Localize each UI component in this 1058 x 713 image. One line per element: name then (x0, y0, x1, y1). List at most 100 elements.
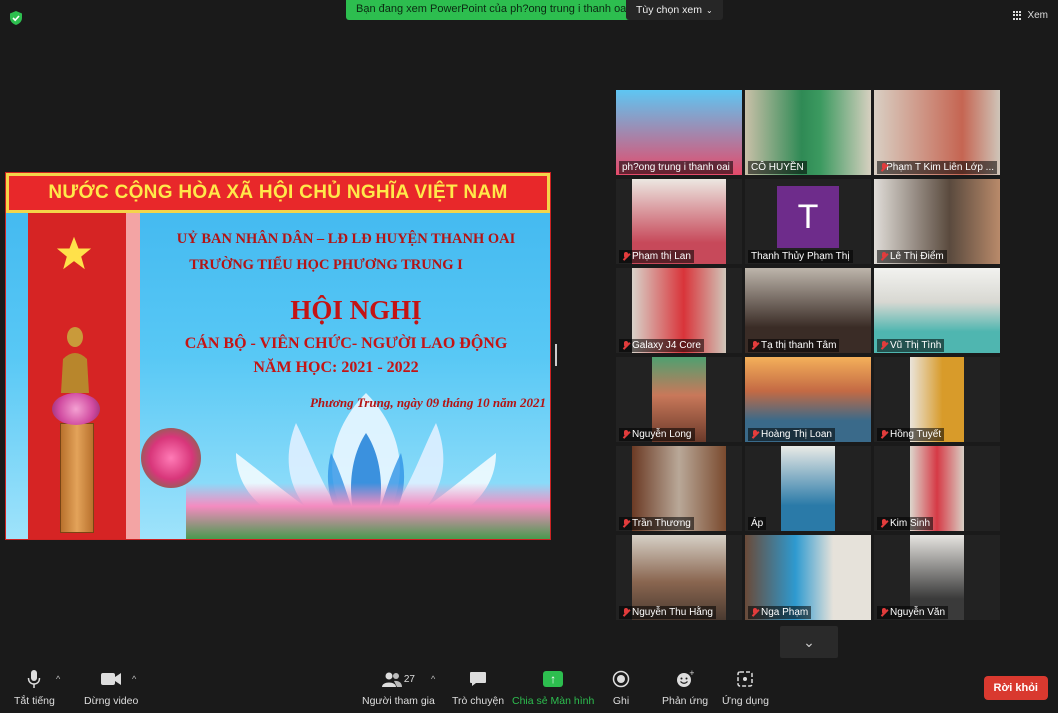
participant-tile[interactable]: Vũ Thị Tình (874, 268, 1000, 353)
resize-handle[interactable] (555, 344, 557, 366)
mic-off-icon (622, 430, 630, 439)
slide-header-text: NƯỚC CỘNG HÒA XÃ HỘI CHỦ NGHĨA VIỆT NAM (48, 182, 508, 203)
mute-button[interactable]: Tắt tiếng (14, 666, 55, 707)
view-options-button[interactable]: Tùy chọn xem ⌄ (626, 0, 723, 20)
participant-tile[interactable]: Tạ thị thanh Tâm (745, 268, 871, 353)
participant-name: Lê Thị Điểm (890, 251, 944, 262)
mic-off-icon (622, 608, 630, 617)
mic-off-icon (751, 608, 759, 617)
chat-label: Trò chuyện (452, 695, 505, 707)
participant-count: 27 (403, 673, 415, 685)
view-button[interactable]: Xem (1013, 10, 1048, 21)
slide-title: HỘI NGHỊ (290, 295, 422, 325)
stop-video-label: Dừng video (84, 695, 139, 707)
slide-year: NĂM HỌC: 2021 - 2022 (253, 359, 419, 376)
slide-school-line: TRƯỜNG TIỂU HỌC PHƯƠNG TRUNG I (189, 257, 463, 273)
participant-name: Thanh Thủy Phạm Thị (751, 251, 850, 262)
participant-tile[interactable]: Phạm T Kim Liên Lớp ... (874, 90, 1000, 175)
participant-tile[interactable]: Áp (745, 446, 871, 531)
zoom-meeting-window: Bạn đang xem PowerPoint của ph?ong trung… (0, 0, 1058, 713)
microphone-icon (27, 666, 41, 692)
mic-off-icon (622, 341, 630, 350)
participant-tile[interactable]: Nga Phạm (745, 535, 871, 620)
shared-slide: NƯỚC CỘNG HÒA XÃ HỘI CHỦ NGHĨA VIỆT NAM … (5, 172, 551, 540)
participants-label: Người tham gia (362, 695, 435, 707)
participant-tile[interactable]: CÔ HUYỀN (745, 90, 871, 175)
reactions-label: Phản ứng (662, 695, 709, 707)
reactions-button[interactable]: + Phản ứng (662, 666, 708, 707)
meeting-toolbar: Tắt tiếng ^ Dừng video ^ 27 Người tham g… (0, 662, 1058, 713)
apps-button[interactable]: Ứng dụng (722, 666, 769, 707)
participant-tile[interactable]: Nguyễn Thu Hằng (616, 535, 742, 620)
participant-name: Kim Sinh (890, 518, 931, 529)
participant-name: Nguyễn Thu Hằng (632, 607, 713, 618)
pedestal-image (60, 423, 94, 533)
mic-off-icon (880, 252, 888, 261)
mic-off-icon (880, 519, 888, 528)
participant-tile[interactable]: Galaxy J4 Core (616, 268, 742, 353)
participant-tile[interactable]: Lê Thị Điểm (874, 179, 1000, 264)
participant-name: Hoàng Thị Loan (761, 429, 832, 440)
participant-name: Hồng Tuyết (890, 429, 942, 440)
participant-tile[interactable]: Trần Thương (616, 446, 742, 531)
view-button-label: Xem (1027, 10, 1048, 21)
participants-button[interactable]: 27 Người tham gia (362, 666, 435, 707)
participant-name: Nga Phạm (761, 607, 809, 618)
mic-off-icon (751, 341, 759, 350)
participant-tile[interactable]: ph?ong trung i thanh oai (616, 90, 742, 175)
participant-tile[interactable]: Phạm thị Lan (616, 179, 742, 264)
flower-decoration (52, 393, 100, 425)
participant-tile[interactable]: Nguyễn Văn (874, 535, 1000, 620)
view-options-label: Tùy chọn xem (636, 4, 702, 16)
flower-pot-image (141, 428, 201, 488)
participant-name: Vũ Thị Tình (890, 340, 942, 351)
svg-text:+: + (689, 670, 694, 677)
mic-off-icon (880, 341, 888, 350)
participant-tile[interactable]: Kim Sinh (874, 446, 1000, 531)
participant-tile[interactable]: Hồng Tuyết (874, 357, 1000, 442)
participant-name: Nguyễn Long (632, 429, 692, 440)
mic-off-icon (880, 430, 888, 439)
participants-icon: 27 (381, 666, 415, 692)
mic-off-icon (622, 519, 630, 528)
shield-icon[interactable] (8, 10, 24, 26)
leave-meeting-button[interactable]: Rời khỏi (983, 676, 1048, 700)
record-button[interactable]: Ghi (612, 666, 630, 707)
share-screen-icon: ↑ (543, 671, 564, 687)
slide-header-banner: NƯỚC CỘNG HÒA XÃ HỘI CHỦ NGHĨA VIỆT NAM (6, 173, 550, 213)
participant-name: Galaxy J4 Core (632, 340, 701, 351)
participant-name: Áp (751, 518, 764, 529)
stop-video-button[interactable]: Dừng video (84, 666, 138, 707)
chevron-up-icon[interactable]: ^ (132, 674, 136, 684)
mic-off-icon (880, 163, 887, 172)
chat-icon (469, 666, 487, 692)
chevron-down-icon: ⌄ (803, 633, 815, 650)
video-camera-icon (100, 666, 122, 692)
participant-name: ph?ong trung i thanh oai (622, 162, 730, 173)
gallery-next-page-button[interactable]: ⌄ (780, 626, 838, 658)
participant-tile[interactable]: T Thanh Thủy Phạm Thị (745, 179, 871, 264)
participant-name: Nguyễn Văn (890, 607, 946, 618)
chevron-down-icon: ⌄ (705, 6, 713, 15)
participant-name: Phạm thị Lan (632, 251, 691, 262)
mic-off-icon (880, 608, 888, 617)
participant-avatar: T (777, 186, 839, 248)
apps-icon (736, 666, 754, 692)
participant-tile[interactable]: Nguyễn Long (616, 357, 742, 442)
slide-dateline: Phương Trung, ngày 09 tháng 10 năm 2021 (309, 395, 546, 410)
share-screen-label: Chia sẻ Màn hình (512, 695, 595, 707)
participant-name: CÔ HUYỀN (751, 162, 804, 173)
chevron-up-icon[interactable]: ^ (431, 674, 435, 684)
chat-button[interactable]: Trò chuyện (452, 666, 504, 707)
grid-view-icon (1013, 10, 1023, 21)
participant-name: Tạ thị thanh Tâm (761, 340, 837, 351)
share-banner: Bạn đang xem PowerPoint của ph?ong trung… (346, 0, 639, 20)
smiley-icon: + (676, 666, 694, 692)
record-label: Ghi (612, 695, 630, 707)
participant-tile[interactable]: Hoàng Thị Loan (745, 357, 871, 442)
record-icon (612, 666, 630, 692)
share-screen-button[interactable]: ↑ Chia sẻ Màn hình (512, 666, 594, 707)
chevron-up-icon[interactable]: ^ (56, 674, 60, 684)
mic-off-icon (751, 430, 759, 439)
participant-name: Phạm T Kim Liên Lớp ... (886, 162, 994, 173)
